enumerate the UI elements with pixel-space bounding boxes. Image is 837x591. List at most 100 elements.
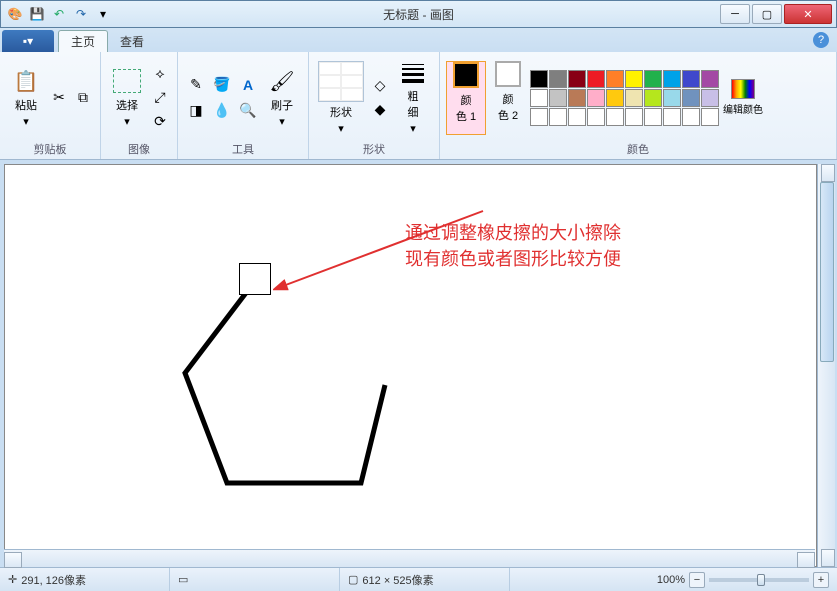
text-icon[interactable]: A (236, 73, 260, 97)
color-swatch[interactable] (663, 89, 681, 107)
picker-icon[interactable]: 💧 (210, 99, 234, 123)
group-label-shapes: 形状 (315, 139, 433, 157)
color-swatch[interactable] (682, 108, 700, 126)
tool-grid: ✎ 🪣 A ◨ 💧 🔍 (184, 73, 260, 123)
tab-view[interactable]: 查看 (108, 30, 156, 52)
color-swatch[interactable] (606, 70, 624, 88)
color-swatch[interactable] (606, 89, 624, 107)
crop-icon[interactable]: ⟡ (149, 63, 171, 85)
eraser-icon[interactable]: ◨ (184, 99, 208, 123)
color-swatch[interactable] (568, 89, 586, 107)
image-small-buttons: ⟡ ⤢ ⟳ (149, 63, 171, 133)
color-swatch[interactable] (625, 89, 643, 107)
zoom-in-button[interactable]: + (813, 572, 829, 588)
color-swatch[interactable] (644, 89, 662, 107)
cut-icon[interactable]: ✂ (48, 87, 70, 109)
edit-colors-button[interactable]: 编辑颜色 (721, 61, 765, 135)
color-swatch[interactable] (663, 108, 681, 126)
workspace: 通过调整橡皮擦的大小擦除 现有颜色或者图形比较方便 (0, 160, 837, 567)
color-swatch[interactable] (530, 108, 548, 126)
rotate-icon[interactable]: ⟳ (149, 111, 171, 133)
chevron-down-icon: ▾ (23, 115, 29, 128)
group-tools: ✎ 🪣 A ◨ 💧 🔍 🖌 刷子 ▾ 工具 (178, 52, 309, 159)
fill-shape-icon[interactable]: ◆ (369, 99, 391, 121)
rainbow-icon (731, 79, 755, 99)
window-title: 无标题 - 画图 (383, 6, 454, 23)
color-swatch[interactable] (625, 70, 643, 88)
redo-icon[interactable]: ↷ (71, 4, 91, 24)
cursor-pos-value: 291, 126像素 (21, 572, 86, 588)
titlebar: 🎨 💾 ↶ ↷ ▾ 无标题 - 画图 ─ ▢ ✕ (0, 0, 837, 28)
vertical-scrollbar[interactable] (817, 164, 835, 567)
help-icon[interactable]: ? (813, 32, 829, 48)
color-swatch[interactable] (587, 89, 605, 107)
paste-button[interactable]: 📋 粘贴 ▾ (6, 61, 46, 135)
color-swatch[interactable] (625, 108, 643, 126)
color-swatch[interactable] (701, 108, 719, 126)
canvas-size-icon: ▢ (348, 573, 358, 586)
maximize-button[interactable]: ▢ (752, 4, 782, 24)
shapes-button[interactable]: 形状 ▾ (315, 61, 367, 135)
color-swatch[interactable] (530, 89, 548, 107)
save-icon[interactable]: 💾 (27, 4, 47, 24)
color-swatch[interactable] (644, 70, 662, 88)
pencil-icon[interactable]: ✎ (184, 73, 208, 97)
color-swatch[interactable] (549, 108, 567, 126)
color-swatch[interactable] (701, 70, 719, 88)
color-swatch[interactable] (606, 108, 624, 126)
qat-dropdown-icon[interactable]: ▾ (93, 4, 113, 24)
select-label: 选择 (116, 97, 138, 113)
color-swatch[interactable] (663, 70, 681, 88)
stroke-width-button[interactable]: 粗 细 ▾ (393, 61, 433, 135)
magnifier-icon[interactable]: 🔍 (236, 99, 260, 123)
annotation-line2: 现有颜色或者图形比较方便 (405, 246, 621, 272)
fill-icon[interactable]: 🪣 (210, 73, 234, 97)
canvas-size-value: 612 × 525像素 (362, 572, 433, 588)
color2-button[interactable]: 颜 色 2 (488, 61, 528, 135)
horizontal-scrollbar[interactable] (4, 549, 815, 567)
crosshair-icon: ✛ (8, 573, 17, 586)
chevron-down-icon: ▾ (124, 115, 130, 128)
color1-label: 颜 色 1 (456, 92, 476, 124)
color-swatch[interactable] (701, 89, 719, 107)
color-swatch[interactable] (549, 70, 567, 88)
annotation-line1: 通过调整橡皮擦的大小擦除 (405, 220, 621, 246)
clipboard-icon: 📋 (12, 67, 40, 95)
canvas-size: ▢ 612 × 525像素 (340, 568, 510, 591)
resize-icon[interactable]: ⤢ (149, 87, 171, 109)
color-swatch[interactable] (587, 108, 605, 126)
clipboard-small-buttons: ✂ ⧉ (48, 87, 94, 109)
close-button[interactable]: ✕ (784, 4, 832, 24)
color-swatch[interactable] (587, 70, 605, 88)
color-swatch[interactable] (568, 70, 586, 88)
copy-icon[interactable]: ⧉ (72, 87, 94, 109)
undo-icon[interactable]: ↶ (49, 4, 69, 24)
color-swatch[interactable] (682, 89, 700, 107)
color-swatch[interactable] (530, 70, 548, 88)
color-palette[interactable] (530, 70, 719, 126)
shapes-gallery-icon (318, 61, 364, 102)
app-icon[interactable]: 🎨 (5, 4, 25, 24)
color-swatch[interactable] (682, 70, 700, 88)
edit-colors-label: 编辑颜色 (723, 101, 763, 116)
window-controls: ─ ▢ ✕ (720, 4, 836, 24)
zoom-out-button[interactable]: − (689, 572, 705, 588)
canvas[interactable]: 通过调整橡皮擦的大小擦除 现有颜色或者图形比较方便 (4, 164, 817, 567)
statusbar: ✛ 291, 126像素 ▭ ▢ 612 × 525像素 100% − + (0, 567, 837, 591)
color-swatch[interactable] (549, 89, 567, 107)
minimize-button[interactable]: ─ (720, 4, 750, 24)
select-button[interactable]: 选择 ▾ (107, 61, 147, 135)
outline-icon[interactable]: ◇ (369, 75, 391, 97)
zoom-slider-thumb[interactable] (757, 574, 765, 586)
color-swatch[interactable] (644, 108, 662, 126)
selection-icon: ▭ (178, 573, 188, 586)
drawn-pentagon (165, 265, 405, 505)
color-swatch[interactable] (568, 108, 586, 126)
zoom-slider[interactable] (709, 578, 809, 582)
file-menu-button[interactable]: ▪▾ (2, 30, 54, 52)
group-label-colors: 颜色 (446, 139, 830, 157)
color1-button[interactable]: 颜 色 1 (446, 61, 486, 135)
tab-home[interactable]: 主页 (58, 30, 108, 52)
brushes-button[interactable]: 🖌 刷子 ▾ (262, 61, 302, 135)
scrollbar-thumb[interactable] (820, 182, 834, 362)
